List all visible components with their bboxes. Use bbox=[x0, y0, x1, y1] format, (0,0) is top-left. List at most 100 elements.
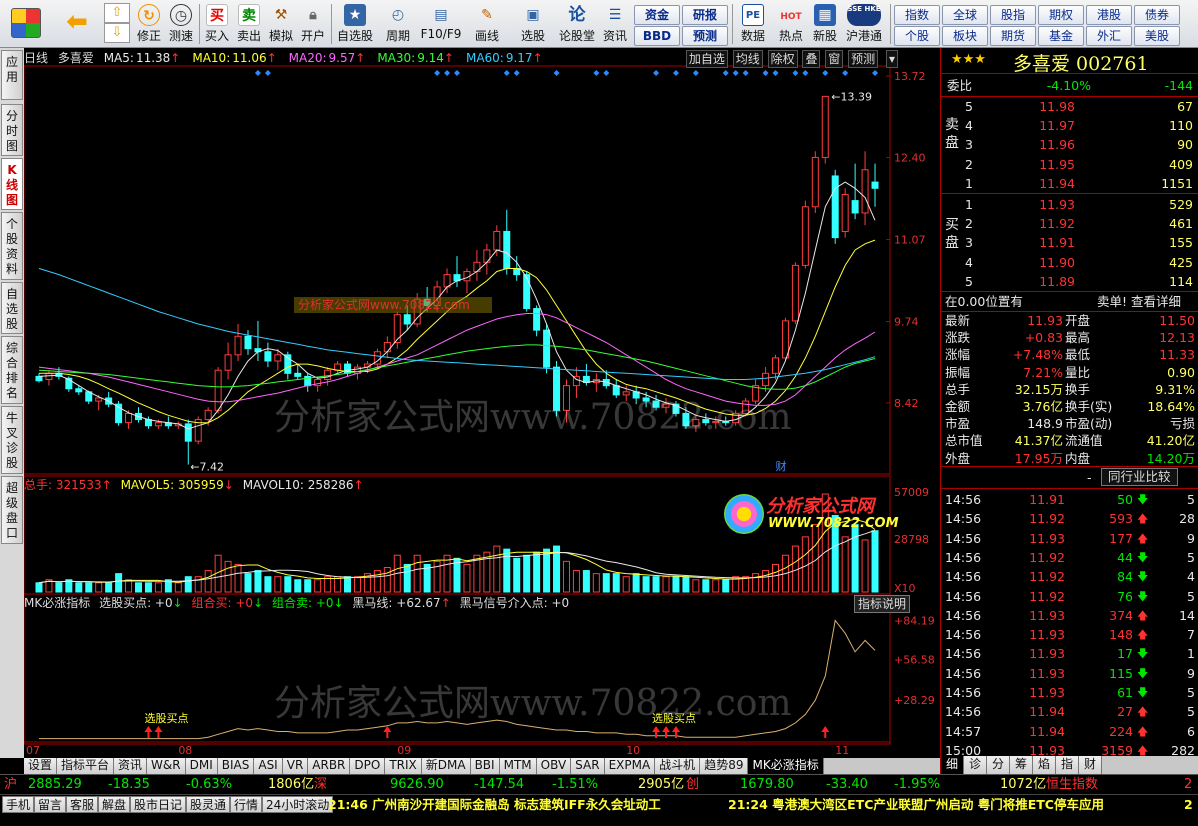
tab-super-quote[interactable]: 超级盘口 bbox=[1, 476, 23, 544]
indicator-tab-5[interactable]: BIAS bbox=[217, 758, 255, 774]
fund-button[interactable]: 资金 bbox=[634, 5, 680, 25]
add-watchlist-button[interactable]: 加自选 bbox=[685, 50, 728, 68]
tab-diagnosis[interactable]: 牛叉诊股 bbox=[1, 406, 23, 474]
bbd-button[interactable]: BBD bbox=[634, 26, 680, 46]
us-stock-button[interactable]: 美股 bbox=[1134, 26, 1180, 46]
market-button[interactable]: 行情 bbox=[230, 796, 263, 813]
sell-button[interactable]: 卖 卖出 bbox=[234, 2, 264, 46]
indicator-tab-15[interactable]: SAR bbox=[571, 758, 605, 774]
new-stock-button[interactable]: ▦ 新股 bbox=[810, 2, 840, 46]
indicator-tab-17[interactable]: 战斗机 bbox=[655, 758, 701, 774]
buys-level-1[interactable]: 1 11.93 529 bbox=[941, 195, 1198, 214]
watchlist-button[interactable]: ★ 自选股 bbox=[334, 2, 376, 46]
fund-market-button[interactable]: 基金 bbox=[1038, 26, 1084, 46]
mobile-button[interactable]: 手机 bbox=[2, 796, 35, 813]
open-account-button[interactable]: 🔒︎ 开户 bbox=[298, 2, 328, 46]
indicator-tab-6[interactable]: ASI bbox=[254, 758, 283, 774]
guling-button[interactable]: 股灵通 bbox=[186, 796, 231, 813]
revise-button[interactable]: ↻ 修正 bbox=[134, 2, 164, 46]
chart-area[interactable]: 13.72 12.40 11.07 9.74 8.42 ←13.39 ←7.42 财 57009… bbox=[24, 48, 940, 758]
hotspot-button[interactable]: HOT 热点 bbox=[774, 2, 808, 46]
indicator-tab-18[interactable]: 趋势89 bbox=[700, 758, 749, 774]
forex-button[interactable]: 外汇 bbox=[1086, 26, 1132, 46]
news-item-2[interactable]: 21:24 粤港澳大湾区ETC产业联盟广州启动 粤门将推ETC停车应用 bbox=[728, 796, 1104, 813]
tab-ranking[interactable]: 综合排名 bbox=[1, 336, 23, 404]
indicator-tab-2[interactable]: 资讯 bbox=[114, 758, 148, 774]
indicator-tab-14[interactable]: OBV bbox=[536, 758, 572, 774]
overlay-button[interactable]: 叠 bbox=[802, 50, 821, 68]
buys-level-4[interactable]: 4 11.90 425 bbox=[941, 253, 1198, 272]
updown-button[interactable]: ⇧ ⇩ bbox=[104, 2, 130, 46]
rolling-news-button[interactable]: 24小时滚动 bbox=[262, 796, 334, 813]
indicator-tab-1[interactable]: 指标平台 bbox=[57, 758, 115, 774]
indicator-tab-12[interactable]: BBI bbox=[470, 758, 500, 774]
indicator-tab-4[interactable]: DMI bbox=[185, 758, 218, 774]
news-item-3[interactable]: 2 bbox=[1184, 796, 1193, 813]
ma-button[interactable]: 均线 bbox=[732, 50, 763, 68]
indicator-tab-10[interactable]: TRIX bbox=[385, 758, 422, 774]
tick-tab-5[interactable]: 指 bbox=[1056, 756, 1079, 774]
buys-level-5[interactable]: 5 11.89 114 bbox=[941, 272, 1198, 291]
news-button[interactable]: ☰ 资讯 bbox=[600, 2, 630, 46]
stock-pick-button[interactable]: ▣ 选股 bbox=[512, 2, 554, 46]
sells-level-2[interactable]: 2 11.95 409 bbox=[941, 155, 1198, 174]
tab-app[interactable]: 应用 bbox=[1, 50, 23, 100]
tick-tab-1[interactable]: 诊 bbox=[964, 756, 987, 774]
sells-level-1[interactable]: 1 11.94 1151 bbox=[941, 174, 1198, 193]
indicator-tab-9[interactable]: DPO bbox=[350, 758, 386, 774]
news-item-1[interactable]: 21:46 广州南沙开建国际金融岛 标志建筑IFF永久会址动工 bbox=[328, 796, 661, 813]
buy-button[interactable]: 买 买入 bbox=[202, 2, 232, 46]
message-button[interactable]: 留言 bbox=[34, 796, 67, 813]
tick-tab-0[interactable]: 细 bbox=[941, 756, 964, 774]
sector-button[interactable]: 板块 bbox=[942, 26, 988, 46]
kline-chart-svg[interactable]: 13.7212.4011.079.748.42←13.39←7.42 财57009… bbox=[24, 48, 940, 758]
indicator-tab-16[interactable]: EXPMA bbox=[604, 758, 656, 774]
sells-level-5[interactable]: 5 11.98 67 bbox=[941, 97, 1198, 116]
tab-stock-profile[interactable]: 个股资料 bbox=[1, 212, 23, 280]
options-button[interactable]: 期权 bbox=[1038, 5, 1084, 25]
forum-button[interactable]: 论 论股堂 bbox=[556, 2, 598, 46]
global-button[interactable]: 全球 bbox=[942, 5, 988, 25]
indicator-tab-3[interactable]: W&R bbox=[147, 758, 186, 774]
hk-connect-button[interactable]: SSE HKE 沪港通 bbox=[842, 2, 886, 46]
tab-kline-chart[interactable]: K线图 bbox=[1, 158, 23, 210]
draw-line-button[interactable]: ✎ 画线 bbox=[466, 2, 508, 46]
hk-stock-button[interactable]: 港股 bbox=[1086, 5, 1132, 25]
simulate-button[interactable]: ⚒ 模拟 bbox=[266, 2, 296, 46]
indicator-tab-0[interactable]: 设置 bbox=[24, 758, 58, 774]
indicator-tab-19[interactable]: MK必涨指标 bbox=[748, 758, 824, 774]
exright-button[interactable]: 除权 bbox=[767, 50, 798, 68]
futures-button[interactable]: 期货 bbox=[990, 26, 1036, 46]
back-button[interactable]: ⬅ bbox=[60, 2, 94, 46]
window-button[interactable]: 窗 bbox=[825, 50, 844, 68]
single-stock-button[interactable]: 个股 bbox=[894, 26, 940, 46]
service-button[interactable]: 客服 bbox=[66, 796, 99, 813]
app-menu-button[interactable] bbox=[4, 2, 48, 46]
period-button[interactable]: ◴ 周期 bbox=[378, 2, 418, 46]
tick-tab-2[interactable]: 分 bbox=[987, 756, 1010, 774]
indicator-tab-11[interactable]: 新DMA bbox=[421, 758, 471, 774]
speed-test-button[interactable]: ◷ 测速 bbox=[166, 2, 196, 46]
analysis-button[interactable]: 解盘 bbox=[98, 796, 131, 813]
chart-menu-button[interactable]: ▾ bbox=[883, 50, 900, 68]
tick-tab-3[interactable]: 筹 bbox=[1010, 756, 1033, 774]
data-button[interactable]: PE 数据 bbox=[736, 2, 770, 46]
forecast-button[interactable]: 预测 bbox=[682, 26, 728, 46]
tick-tab-4[interactable]: 焰 bbox=[1033, 756, 1056, 774]
index-button[interactable]: 指数 bbox=[894, 5, 940, 25]
f10-button[interactable]: ▤ F10/F9 bbox=[420, 2, 462, 46]
indicator-tab-8[interactable]: ARBR bbox=[308, 758, 351, 774]
indicator-tab-13[interactable]: MTM bbox=[499, 758, 537, 774]
indicator-tab-7[interactable]: VR bbox=[282, 758, 309, 774]
bond-button[interactable]: 债券 bbox=[1134, 5, 1180, 25]
stock-index-button[interactable]: 股指 bbox=[990, 5, 1036, 25]
sell-detail-link[interactable]: 卖单! 查看详细 bbox=[1097, 292, 1181, 311]
tab-minute-chart[interactable]: 分时图 bbox=[1, 104, 23, 156]
industry-compare-button[interactable]: 同行业比较 bbox=[1101, 468, 1178, 486]
diary-button[interactable]: 股市日记 bbox=[130, 796, 187, 813]
indicator-explain-button[interactable]: 指标说明 bbox=[853, 595, 910, 613]
tab-watchlist[interactable]: 自选股 bbox=[1, 282, 23, 334]
tick-tab-6[interactable]: 财 bbox=[1079, 756, 1102, 774]
buys-level-3[interactable]: 3 11.91 155 bbox=[941, 233, 1198, 252]
buys-level-2[interactable]: 2 11.92 461 bbox=[941, 214, 1198, 233]
